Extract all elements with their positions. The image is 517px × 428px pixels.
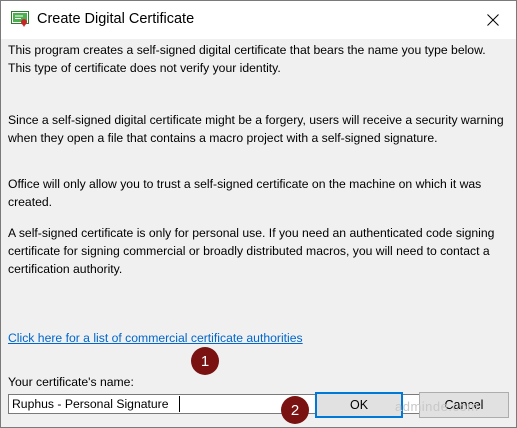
step-2-badge: 2: [281, 396, 309, 424]
window-title: Create Digital Certificate: [37, 11, 195, 27]
close-button[interactable]: [470, 1, 516, 39]
title-bar: Create Digital Certificate: [1, 1, 516, 39]
create-digital-certificate-dialog: Create Digital Certificate This program …: [0, 0, 517, 428]
personal-use-paragraph: A self-signed certificate is only for pe…: [8, 226, 495, 276]
step-1-badge: 1: [191, 347, 219, 375]
trust-paragraph: Office will only allow you to trust a se…: [8, 177, 482, 209]
certificate-authorities-link[interactable]: Click here for a list of commercial cert…: [8, 331, 303, 345]
certificate-app-icon: [11, 11, 29, 27]
watermark: adminde.com: [395, 399, 479, 414]
certificate-name-label: Your certificate's name:: [8, 375, 134, 389]
text-cursor: [179, 396, 180, 412]
ok-button[interactable]: OK: [315, 392, 403, 418]
close-icon: [487, 14, 499, 26]
forgery-warning-paragraph: Since a self-signed digital certificate …: [8, 113, 504, 145]
intro-paragraph: This program creates a self-signed digit…: [8, 43, 486, 75]
